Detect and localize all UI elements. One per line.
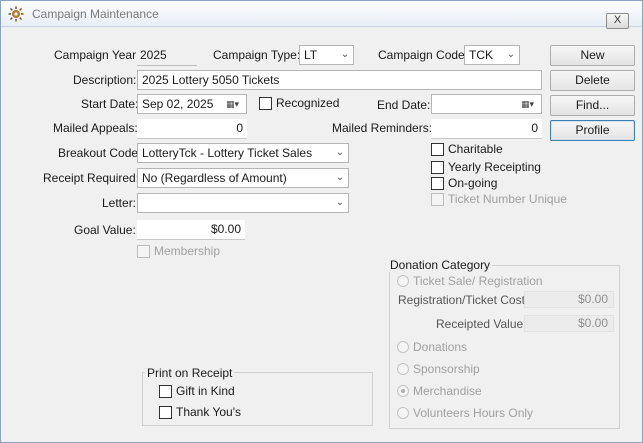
registration-cost-field: $0.00 <box>524 291 614 308</box>
breakout-code-value: LotteryTck - Lottery Ticket Sales <box>142 146 313 160</box>
registration-cost-label: Registration/Ticket Cost: <box>398 293 529 307</box>
goal-value-input[interactable]: $0.00 <box>137 220 245 240</box>
end-date-picker[interactable]: ▦▾ <box>431 94 542 114</box>
ticket-sale-radio <box>397 275 409 287</box>
receipted-value-label: Receipted Value: <box>436 317 527 331</box>
chevron-down-icon: ⌄ <box>335 172 345 183</box>
ticket-number-unique-label: Ticket Number Unique <box>448 192 567 206</box>
thank-yous-checkbox[interactable] <box>159 406 172 419</box>
campaign-code-label: Campaign Code: <box>378 48 469 62</box>
campaign-type-select[interactable]: LT ⌄ <box>299 45 354 65</box>
volunteers-label: Volunteers Hours Only <box>413 406 534 420</box>
receipt-required-value: No (Regardless of Amount) <box>142 171 287 185</box>
letter-select[interactable]: ⌄ <box>137 193 349 213</box>
chevron-down-icon: ⌄ <box>335 147 345 158</box>
start-date-value: Sep 02, 2025 <box>142 97 214 111</box>
sponsorship-label: Sponsorship <box>413 362 480 376</box>
mailed-appeals-input[interactable]: 0 <box>137 119 247 139</box>
ticket-number-unique-checkbox <box>431 193 444 206</box>
recognized-label: Recognized <box>276 96 340 110</box>
calendar-icon[interactable]: ▦▾ <box>226 97 244 111</box>
volunteers-radio <box>397 407 409 419</box>
campaign-year-field[interactable]: 2025 <box>137 46 197 66</box>
ongoing-checkbox[interactable] <box>431 177 444 190</box>
membership-checkbox <box>137 245 150 258</box>
ongoing-label: On-going <box>448 176 498 190</box>
yearly-receipting-checkbox[interactable] <box>431 161 444 174</box>
campaign-code-value: TCK <box>469 48 493 62</box>
calendar-icon[interactable]: ▦▾ <box>521 97 539 111</box>
window-title: Campaign Maintenance <box>32 7 159 21</box>
goal-value-label: Goal Value: <box>74 223 136 237</box>
chevron-down-icon: ⌄ <box>506 49 516 60</box>
receipt-required-label: Receipt Required: <box>43 171 140 185</box>
mailed-appeals-label: Mailed Appeals: <box>53 121 138 135</box>
mailed-reminders-label: Mailed Reminders: <box>332 121 433 135</box>
yearly-receipting-label: Yearly Receipting <box>448 160 541 174</box>
ticket-sale-label: Ticket Sale/ Registration <box>413 274 543 288</box>
campaign-maintenance-window: Campaign Maintenance X Campaign Year: 20… <box>0 0 643 443</box>
campaign-type-value: LT <box>304 48 318 62</box>
merchandise-label: Merchandise <box>413 384 482 398</box>
close-button[interactable]: X <box>606 13 629 29</box>
app-icon <box>8 6 24 22</box>
title-bar: Campaign Maintenance <box>1 1 642 27</box>
campaign-year-label: Campaign Year: <box>54 48 140 62</box>
merchandise-radio <box>397 385 409 397</box>
thank-yous-label: Thank You's <box>176 405 242 419</box>
membership-label: Membership <box>154 244 221 258</box>
mailed-reminders-input[interactable]: 0 <box>431 119 542 139</box>
donations-radio <box>397 341 409 353</box>
breakout-code-select[interactable]: LotteryTck - Lottery Ticket Sales ⌄ <box>137 143 349 163</box>
find-button[interactable]: Find... <box>550 95 635 116</box>
gift-in-kind-checkbox[interactable] <box>159 385 172 398</box>
breakout-code-label: Breakout Code: <box>58 146 142 160</box>
description-label: Description: <box>73 73 137 87</box>
end-date-label: End Date: <box>377 98 431 112</box>
recognized-checkbox[interactable] <box>259 97 272 110</box>
start-date-label: Start Date: <box>81 97 139 111</box>
print-on-receipt-title: Print on Receipt <box>145 366 235 380</box>
start-date-picker[interactable]: Sep 02, 2025 ▦▾ <box>137 94 247 114</box>
donations-label: Donations <box>413 340 468 354</box>
description-input[interactable]: 2025 Lottery 5050 Tickets <box>137 70 542 90</box>
receipted-value-field: $0.00 <box>524 315 614 332</box>
new-button[interactable]: New <box>550 45 635 66</box>
profile-button[interactable]: Profile <box>550 120 635 141</box>
receipt-required-select[interactable]: No (Regardless of Amount) ⌄ <box>137 168 349 188</box>
sponsorship-radio <box>397 363 409 375</box>
charitable-checkbox[interactable] <box>431 143 444 156</box>
donation-category-title: Donation Category <box>388 258 493 272</box>
charitable-label: Charitable <box>448 142 503 156</box>
chevron-down-icon: ⌄ <box>335 197 345 208</box>
campaign-code-select[interactable]: TCK ⌄ <box>464 45 520 65</box>
campaign-type-label: Campaign Type: <box>213 48 301 62</box>
gift-in-kind-label: Gift in Kind <box>176 384 235 398</box>
letter-label: Letter: <box>102 196 137 210</box>
delete-button[interactable]: Delete <box>550 70 635 91</box>
chevron-down-icon: ⌄ <box>340 49 350 60</box>
